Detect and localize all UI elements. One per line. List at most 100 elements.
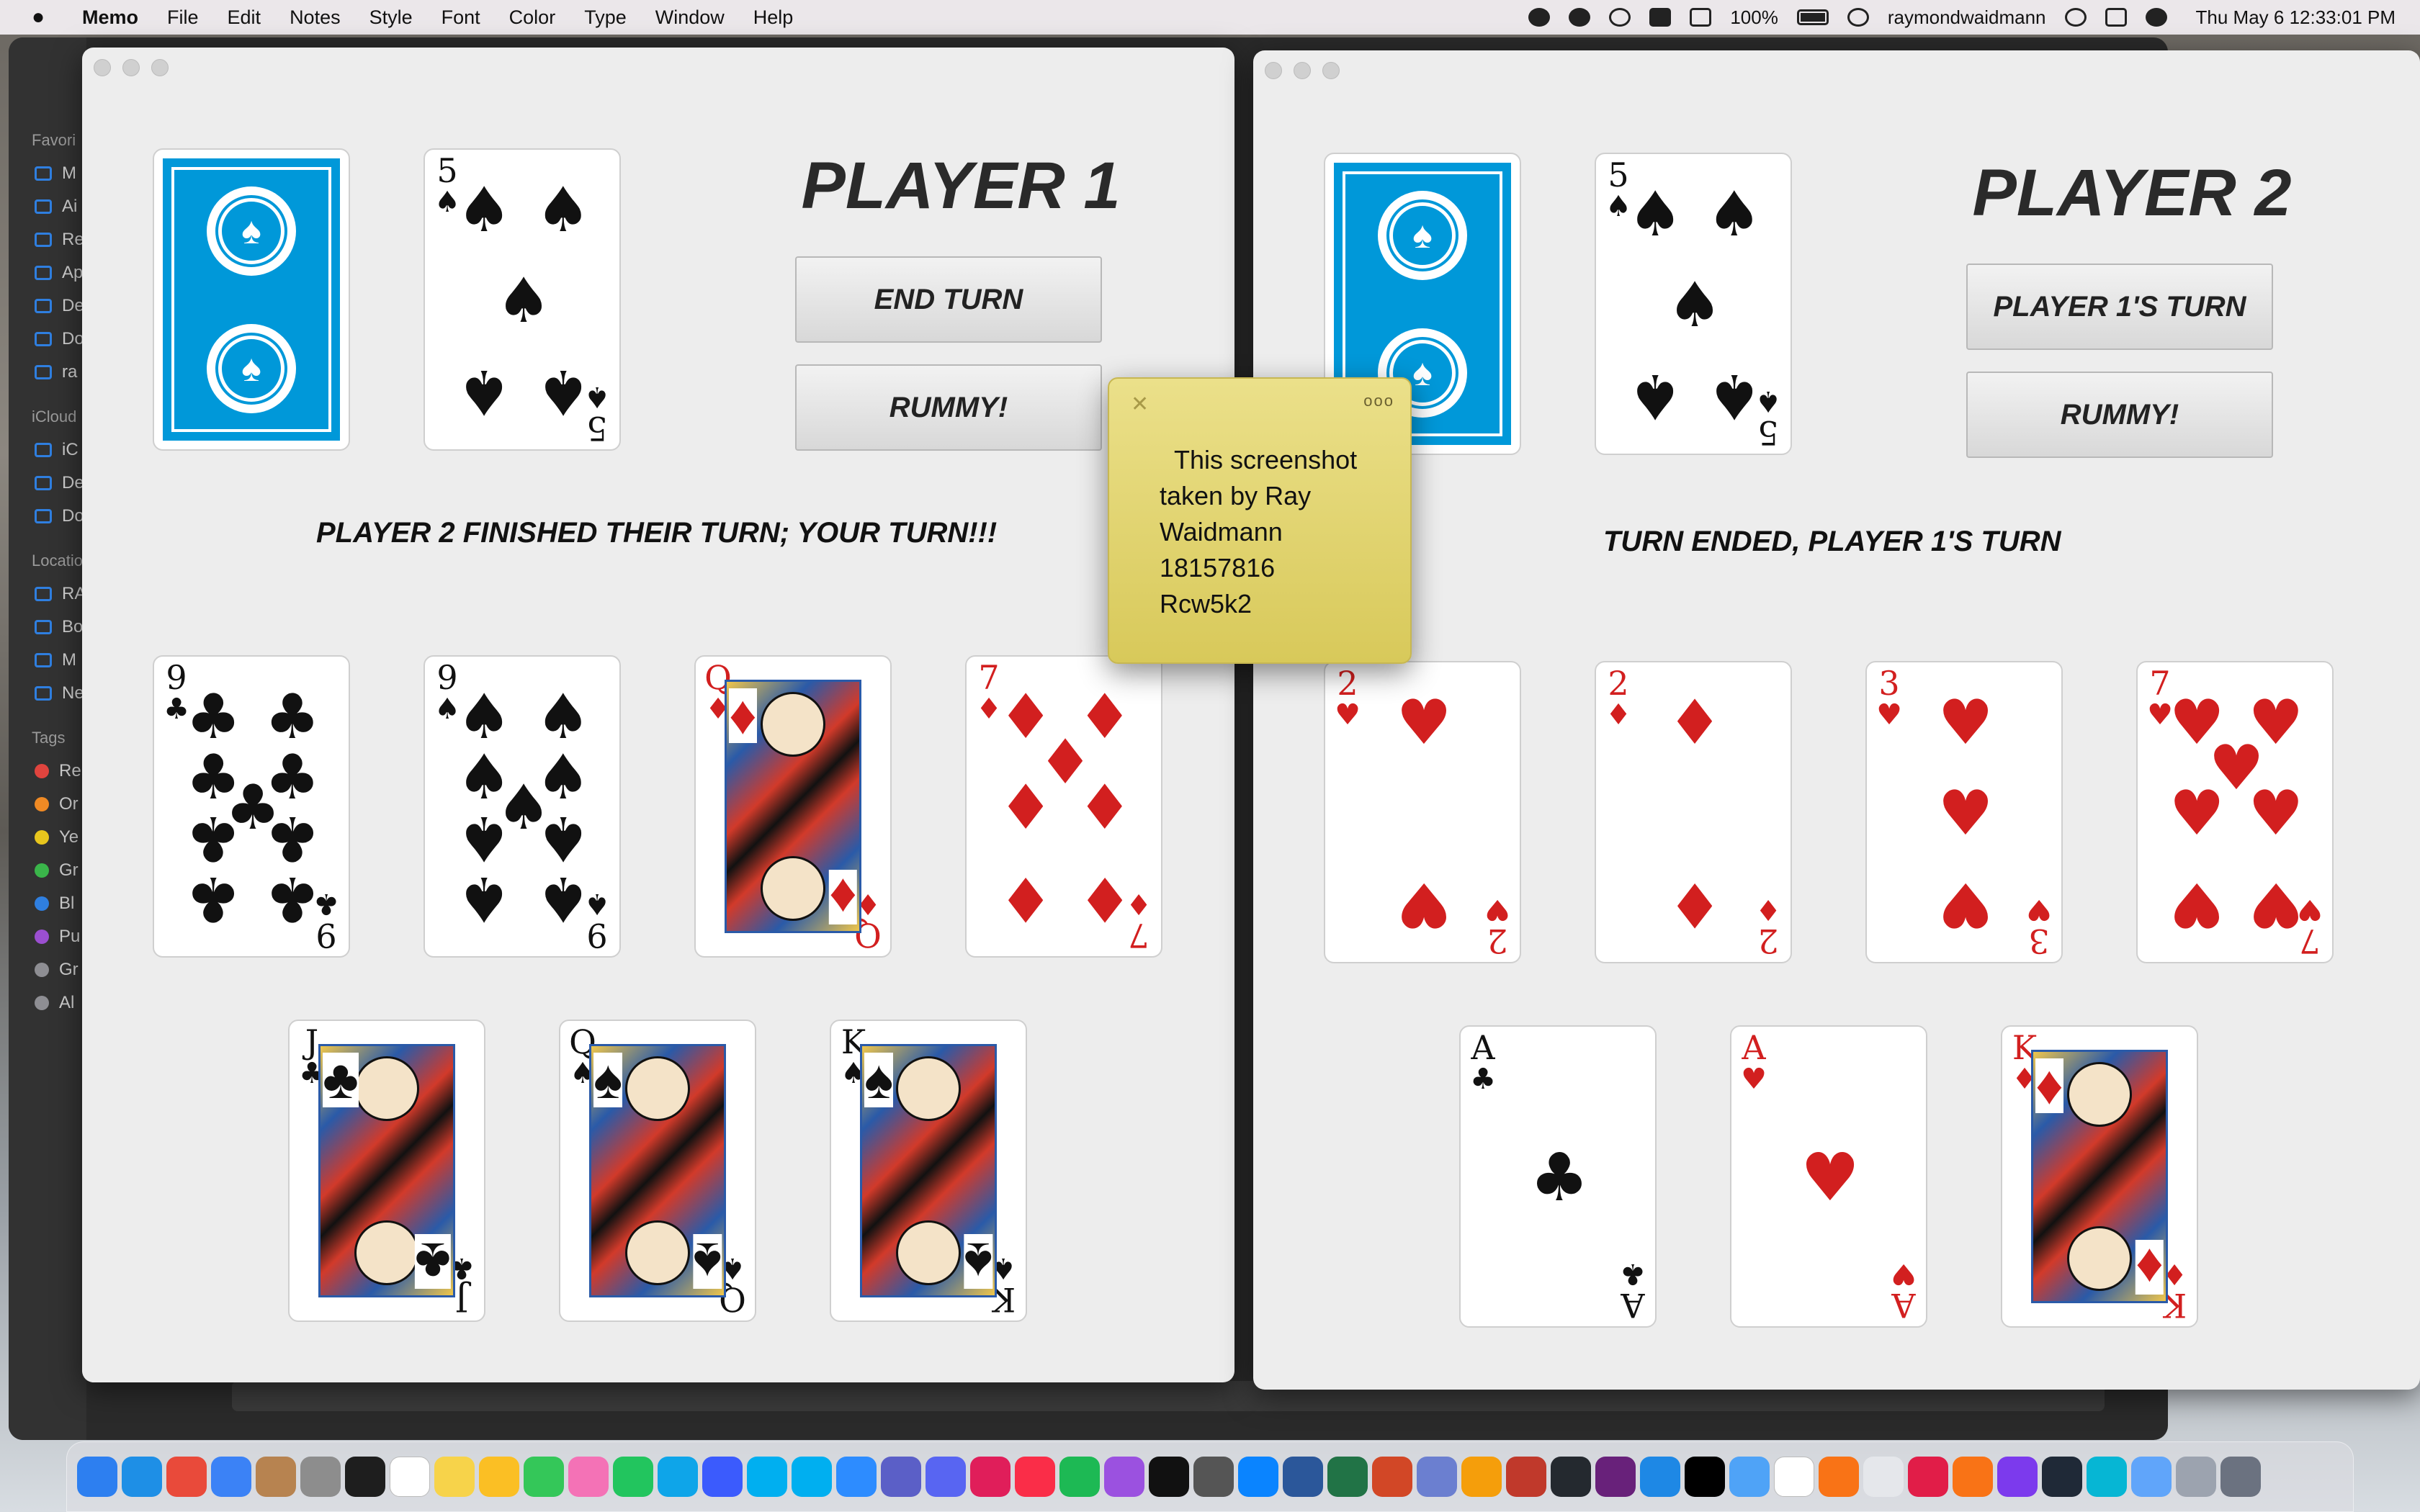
menu-window[interactable]: Window	[655, 6, 725, 29]
playing-card[interactable]: 2 ♥ 2 ♥ ♥ ♥	[1324, 661, 1521, 963]
rummy-button[interactable]: RUMMY!	[795, 364, 1102, 451]
sidebar-item[interactable]: Ai	[9, 190, 86, 223]
playing-card[interactable]: K ♠ K ♠ ♠ ♠	[830, 1020, 1027, 1322]
sidebar-item[interactable]: Bo	[9, 611, 86, 644]
sidebar-tag[interactable]: Or	[9, 788, 86, 821]
playing-card[interactable]: K ♦ K ♦ ♦ ♦	[2001, 1025, 2198, 1328]
dock-app-icon[interactable]	[1149, 1457, 1189, 1497]
dock-app-icon[interactable]	[77, 1457, 117, 1497]
close-window-button[interactable]	[1265, 62, 1282, 79]
sidebar-item[interactable]: Re	[9, 223, 86, 256]
dock-app-icon[interactable]	[568, 1457, 609, 1497]
draw-pile-card[interactable]: ♠ ♠	[153, 148, 350, 451]
close-icon[interactable]: ✕	[1131, 392, 1149, 417]
sidebar-item[interactable]: Do	[9, 500, 86, 533]
dock-app-icon[interactable]	[1908, 1457, 1948, 1497]
player1-turn-button[interactable]: PLAYER 1'S TURN	[1966, 264, 2273, 350]
more-icon[interactable]: ooo	[1363, 392, 1394, 410]
zoom-window-button[interactable]	[1322, 62, 1340, 79]
dock-app-icon[interactable]	[1997, 1457, 2038, 1497]
playing-card[interactable]: Q ♠ Q ♠ ♠ ♠	[559, 1020, 756, 1322]
menu-type[interactable]: Type	[584, 6, 627, 29]
menu-notes[interactable]: Notes	[290, 6, 341, 29]
search-icon[interactable]	[2064, 8, 2087, 27]
end-turn-button[interactable]: END TURN	[795, 256, 1102, 343]
dock-app-icon[interactable]	[836, 1457, 877, 1497]
discard-pile-card[interactable]: 5 ♠ 5 ♠ ♠ ♠ ♠ ♠ ♠	[424, 148, 621, 451]
dock-app-icon[interactable]	[1283, 1457, 1323, 1497]
dock-app-icon[interactable]	[1685, 1457, 1725, 1497]
playing-card[interactable]: 3 ♥ 3 ♥ ♥ ♥ ♥	[1865, 661, 2063, 963]
dock-app-icon[interactable]	[166, 1457, 207, 1497]
dock-app-icon[interactable]	[2131, 1457, 2172, 1497]
sidebar-item[interactable]: M	[9, 157, 86, 190]
dock-app-icon[interactable]	[1640, 1457, 1680, 1497]
menu-color[interactable]: Color	[509, 6, 556, 29]
dock-app-icon[interactable]	[1059, 1457, 1100, 1497]
dock-app-icon[interactable]	[300, 1457, 341, 1497]
dock-app-icon[interactable]	[1819, 1457, 1859, 1497]
dock-app-icon[interactable]	[970, 1457, 1010, 1497]
dock-app-icon[interactable]	[792, 1457, 832, 1497]
playing-card[interactable]: A ♣ A ♣ ♣	[1459, 1025, 1657, 1328]
note-text[interactable]: This screenshot taken by Ray Waidmann 18…	[1160, 442, 1397, 622]
discard-pile-card[interactable]: 5 ♠ 5 ♠ ♠ ♠ ♠ ♠ ♠	[1595, 153, 1792, 455]
dock-app-icon[interactable]	[434, 1457, 475, 1497]
dock-app-icon[interactable]	[1774, 1457, 1814, 1497]
dock-app-icon[interactable]	[1551, 1457, 1591, 1497]
dock-app-icon[interactable]	[1953, 1457, 1993, 1497]
dock-app-icon[interactable]	[256, 1457, 296, 1497]
dock-app-icon[interactable]	[1193, 1457, 1234, 1497]
rummy-button[interactable]: RUMMY!	[1966, 372, 2273, 458]
dock-app-icon[interactable]	[1104, 1457, 1144, 1497]
close-window-button[interactable]	[94, 59, 111, 76]
dock-app-icon[interactable]	[747, 1457, 787, 1497]
layout-icon[interactable]	[1649, 8, 1672, 27]
sidebar-tag[interactable]: Ye	[9, 821, 86, 854]
dock-app-icon[interactable]	[1595, 1457, 1636, 1497]
apple-menu-icon[interactable]: ●	[32, 5, 56, 30]
playing-card[interactable]: 2 ♦ 2 ♦ ♦ ♦	[1595, 661, 1792, 963]
dock-app-icon[interactable]	[702, 1457, 743, 1497]
playing-card[interactable]: 7 ♦ 7 ♦ ♦ ♦ ♦ ♦ ♦ ♦ ♦	[965, 655, 1162, 958]
volume-icon[interactable]	[1690, 8, 1712, 27]
playing-card[interactable]: Q ♦ Q ♦ ♦ ♦	[694, 655, 892, 958]
clock[interactable]: Thu May 6 12:33:01 PM	[2196, 6, 2396, 29]
sidebar-tag[interactable]: Re	[9, 755, 86, 788]
dock-app-icon[interactable]	[1461, 1457, 1502, 1497]
sidebar-tag[interactable]: Al	[9, 986, 86, 1020]
dock-app-icon[interactable]	[1372, 1457, 1412, 1497]
dock-app-icon[interactable]	[211, 1457, 251, 1497]
sidebar-item[interactable]: Do	[9, 323, 86, 356]
playing-card[interactable]: 7 ♥ 7 ♥ ♥ ♥ ♥ ♥ ♥ ♥ ♥	[2136, 661, 2334, 963]
sidebar-tag[interactable]: Gr	[9, 953, 86, 986]
dock-app-icon[interactable]	[2042, 1457, 2082, 1497]
sidebar-item[interactable]: iC	[9, 433, 86, 467]
dock-app-icon[interactable]	[345, 1457, 385, 1497]
dock-app-icon[interactable]	[926, 1457, 966, 1497]
sidebar-tag[interactable]: Gr	[9, 854, 86, 887]
dock-app-icon[interactable]	[1327, 1457, 1368, 1497]
control-center-icon[interactable]	[2105, 8, 2127, 27]
sidebar-item[interactable]: RA	[9, 577, 86, 611]
dock-app-icon[interactable]	[1863, 1457, 1904, 1497]
sidebar-tag[interactable]: Pu	[9, 920, 86, 953]
battery-icon[interactable]	[1796, 9, 1829, 25]
menu-style[interactable]: Style	[369, 6, 413, 29]
minimize-window-button[interactable]	[122, 59, 140, 76]
dock-app-icon[interactable]	[2087, 1457, 2127, 1497]
dock-app-icon[interactable]	[2176, 1457, 2216, 1497]
sidebar-item[interactable]: Ne	[9, 677, 86, 710]
minimize-window-button[interactable]	[1294, 62, 1311, 79]
dock-app-icon[interactable]	[479, 1457, 519, 1497]
playing-card[interactable]: 9 ♠ 9 ♠ ♠ ♠ ♠ ♠ ♠ ♠ ♠ ♠ ♠	[424, 655, 621, 958]
dock-app-icon[interactable]	[658, 1457, 698, 1497]
dock-app-icon[interactable]	[1238, 1457, 1278, 1497]
sidebar-item[interactable]: De	[9, 467, 86, 500]
menu-file[interactable]: File	[167, 6, 199, 29]
dock-app-icon[interactable]	[1506, 1457, 1546, 1497]
dock-app-icon[interactable]	[122, 1457, 162, 1497]
playing-card[interactable]: A ♥ A ♥ ♥	[1730, 1025, 1927, 1328]
dock-app-icon[interactable]	[1729, 1457, 1770, 1497]
dock-app-icon[interactable]	[613, 1457, 653, 1497]
